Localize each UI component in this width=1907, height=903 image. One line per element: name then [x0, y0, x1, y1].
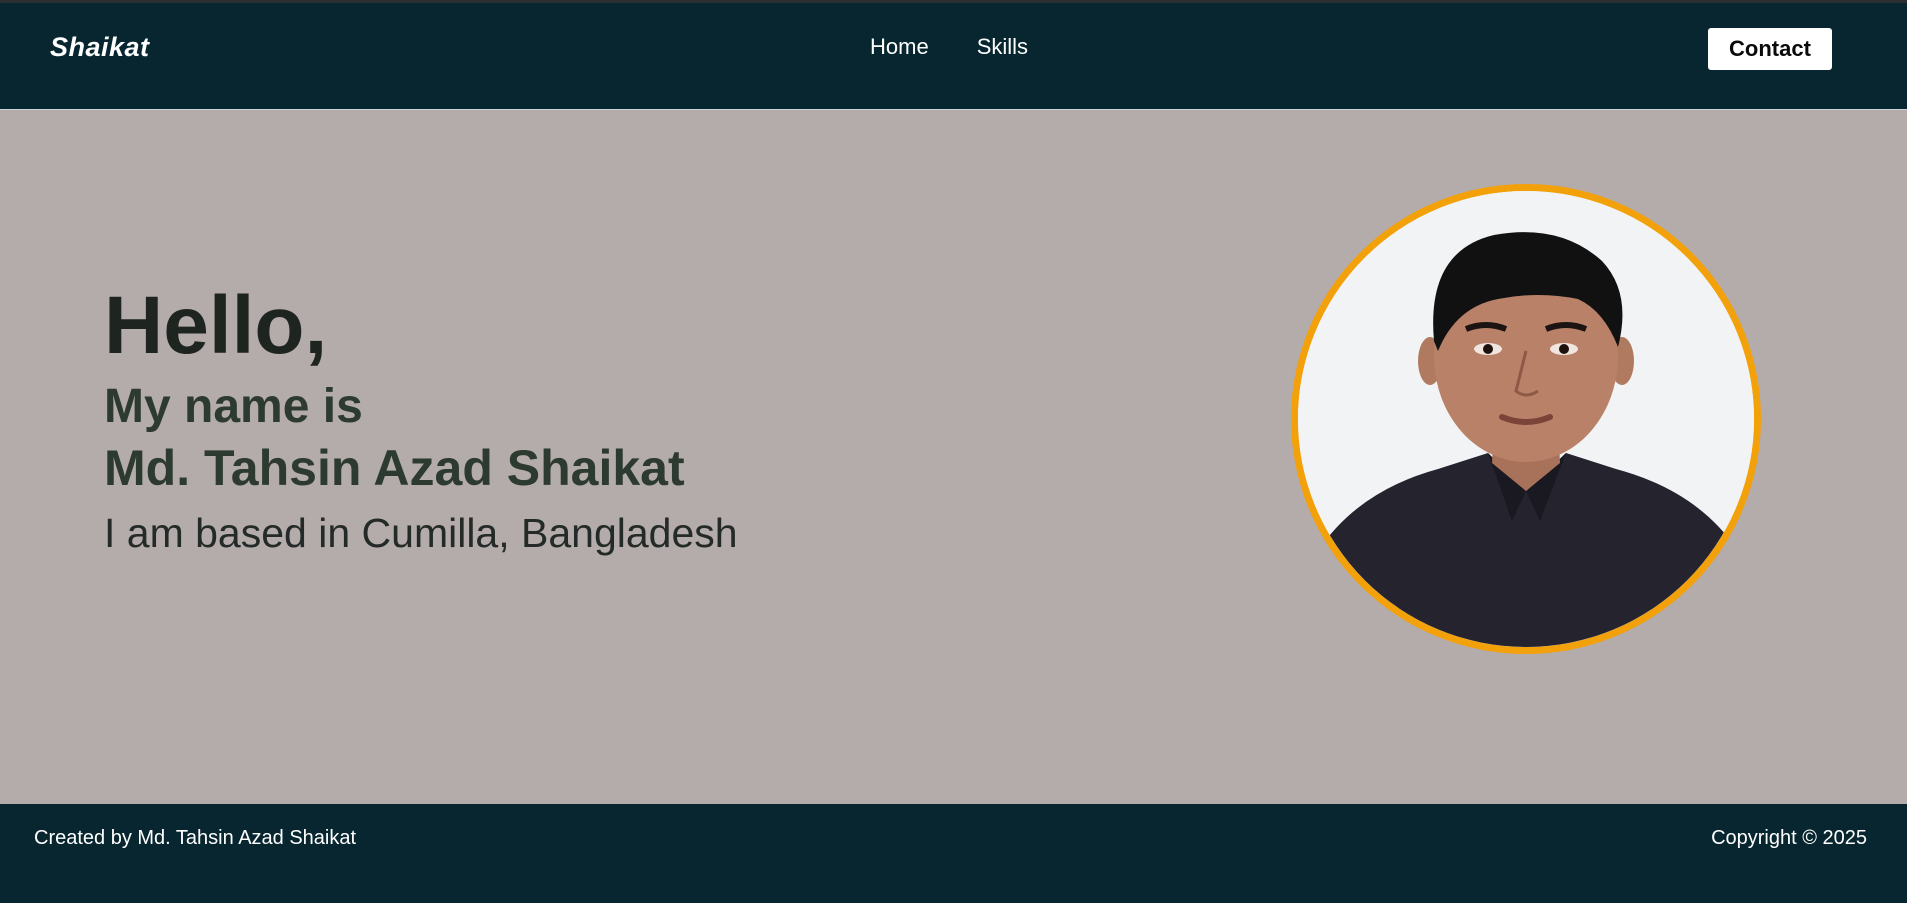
footer-credit: Created by Md. Tahsin Azad Shaikat: [34, 827, 357, 849]
hero-location: I am based in Cumilla, Bangladesh: [104, 510, 738, 556]
nav-link-skills[interactable]: Skills: [977, 34, 1028, 60]
site-logo[interactable]: Shaikat: [50, 32, 150, 63]
site-header: Shaikat Home Skills Contact: [0, 3, 1907, 110]
hero-intro: My name is: [104, 380, 363, 433]
hero-section: Hello, My name is Md. Tahsin Azad Shaika…: [0, 110, 1907, 804]
hero-greeting: Hello,: [104, 280, 328, 371]
site-footer: Created by Md. Tahsin Azad Shaikat Copyr…: [0, 804, 1907, 903]
contact-button[interactable]: Contact: [1708, 28, 1832, 70]
profile-photo: [1291, 184, 1761, 654]
nav-link-home[interactable]: Home: [870, 34, 929, 60]
hero-name: Md. Tahsin Azad Shaikat: [104, 440, 685, 496]
footer-copyright: Copyright © 2025: [1711, 827, 1867, 849]
main-nav: Home Skills: [870, 34, 1028, 60]
profile-photo-illustration: [1298, 191, 1754, 647]
